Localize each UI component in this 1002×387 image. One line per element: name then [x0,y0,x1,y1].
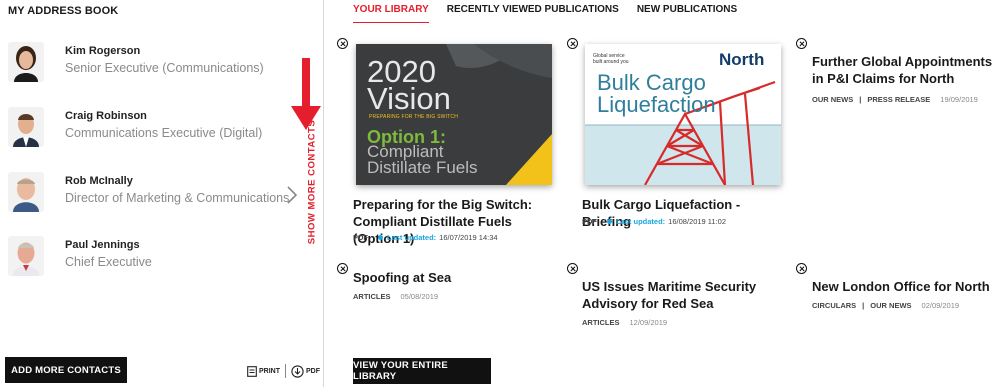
divider: | [862,301,865,310]
address-book-panel: MY ADDRESS BOOK Kim Rogerson Senior Exec… [0,0,324,387]
status-dot [378,235,383,240]
cover-line2: Distillate Fuels [367,158,478,177]
remove-icon[interactable] [337,263,348,274]
print-icon [247,365,257,377]
publication-title[interactable]: Further Global Appointments in P&I Claim… [812,53,1002,87]
contact-role: Chief Executive [65,255,152,269]
divider [285,364,286,378]
category-tag[interactable]: OUR NEWS [812,95,853,104]
pdf-button[interactable]: PDF [291,364,320,378]
cover-brand: North [719,50,765,69]
avatar [8,236,44,276]
publication-title[interactable]: New London Office for North [812,278,1002,295]
tab-your-library[interactable]: YOUR LIBRARY [353,4,429,23]
publication-date: 02/09/2019 [921,301,960,310]
category-tag[interactable]: OUR NEWS [870,301,911,310]
last-updated-label: Last updated: [387,233,437,242]
publication-date: 19/09/2019 [940,95,978,104]
remove-icon[interactable] [796,263,807,274]
tab-new-publications[interactable]: NEW PUBLICATIONS [637,4,737,23]
format-badge: PDF [353,233,368,242]
contact-item[interactable]: Craig Robinson Communications Executive … [8,107,278,151]
avatar [8,172,44,212]
remove-icon[interactable] [796,38,807,49]
cover-tagline2: built around you [593,59,629,65]
publication-title[interactable]: US Issues Maritime Security Advisory for… [582,278,787,312]
contact-role: Director of Marketing & Communications [65,191,290,205]
last-updated-date: 16/07/2019 14:34 [439,233,498,242]
tab-recently-viewed[interactable]: RECENTLY VIEWED PUBLICATIONS [447,4,619,23]
pdf-label: PDF [306,367,320,375]
status-dot [607,219,612,224]
publication-meta: OUR NEWS | PRESS RELEASE 19/09/2019 [812,95,978,104]
chevron-right-icon[interactable] [285,185,299,205]
print-pdf-actions: PRINT PDF [247,363,320,379]
remove-icon[interactable] [567,38,578,49]
publication-cover[interactable]: 2020 Vision PREPARING FOR THE BIG SWITCH… [356,44,552,185]
cover-line2: Liquefaction [597,92,716,117]
avatar [8,42,44,82]
format-badge: PDF [582,217,597,226]
category-tag[interactable]: PRESS RELEASE [867,95,930,104]
add-more-contacts-button[interactable]: ADD MORE CONTACTS [5,357,127,383]
publication-meta: ARTICLES 05/08/2019 [353,292,438,301]
category-tag[interactable]: ARTICLES [353,292,391,301]
cover-line1: Bulk Cargo [597,70,706,95]
cover-word: Vision [367,81,451,116]
address-book-title: MY ADDRESS BOOK [8,5,119,17]
category-tag[interactable]: CIRCULARS [812,301,856,310]
remove-icon[interactable] [337,38,348,49]
last-updated-date: 16/08/2019 11:02 [668,217,727,226]
show-more-contacts-button[interactable]: SHOW MORE CONTACTS [304,112,320,252]
contact-role: Communications Executive (Digital) [65,126,263,140]
contact-item[interactable]: Paul Jennings Chief Executive [8,236,278,280]
contact-name: Rob McInally [65,175,133,187]
contact-name: Craig Robinson [65,110,147,122]
print-button[interactable]: PRINT [247,365,280,377]
print-label: PRINT [259,367,280,375]
remove-icon[interactable] [567,263,578,274]
divider: | [859,95,862,104]
contact-name: Kim Rogerson [65,45,141,57]
publication-meta: ARTICLES 12/09/2019 [582,318,667,327]
view-entire-library-button[interactable]: VIEW YOUR ENTIRE LIBRARY [353,358,491,384]
show-more-label: SHOW MORE CONTACTS [306,119,318,245]
contact-item[interactable]: Kim Rogerson Senior Executive (Communica… [8,42,278,86]
publication-title[interactable]: Spoofing at Sea [353,269,553,286]
library-tabs: YOUR LIBRARY RECENTLY VIEWED PUBLICATION… [353,4,737,23]
last-updated-label: Last updated: [616,217,666,226]
publication-date: 05/08/2019 [400,292,439,301]
download-icon [291,364,304,378]
publication-date: 12/09/2019 [629,318,668,327]
contact-item[interactable]: Rob McInally Director of Marketing & Com… [8,172,289,216]
publication-cover[interactable]: Global service built around you North Bu… [585,44,781,185]
category-tag[interactable]: ARTICLES [582,318,620,327]
avatar [8,107,44,147]
publication-meta: CIRCULARS | OUR NEWS 02/09/2019 [812,301,959,310]
contact-role: Senior Executive (Communications) [65,61,264,75]
cover-subtitle: PREPARING FOR THE BIG SWITCH [369,114,459,120]
contact-name: Paul Jennings [65,239,140,251]
publication-meta: PDF Last updated: 16/08/2019 11:02 [582,217,726,226]
publication-meta: PDF Last updated: 16/07/2019 14:34 [353,233,498,242]
